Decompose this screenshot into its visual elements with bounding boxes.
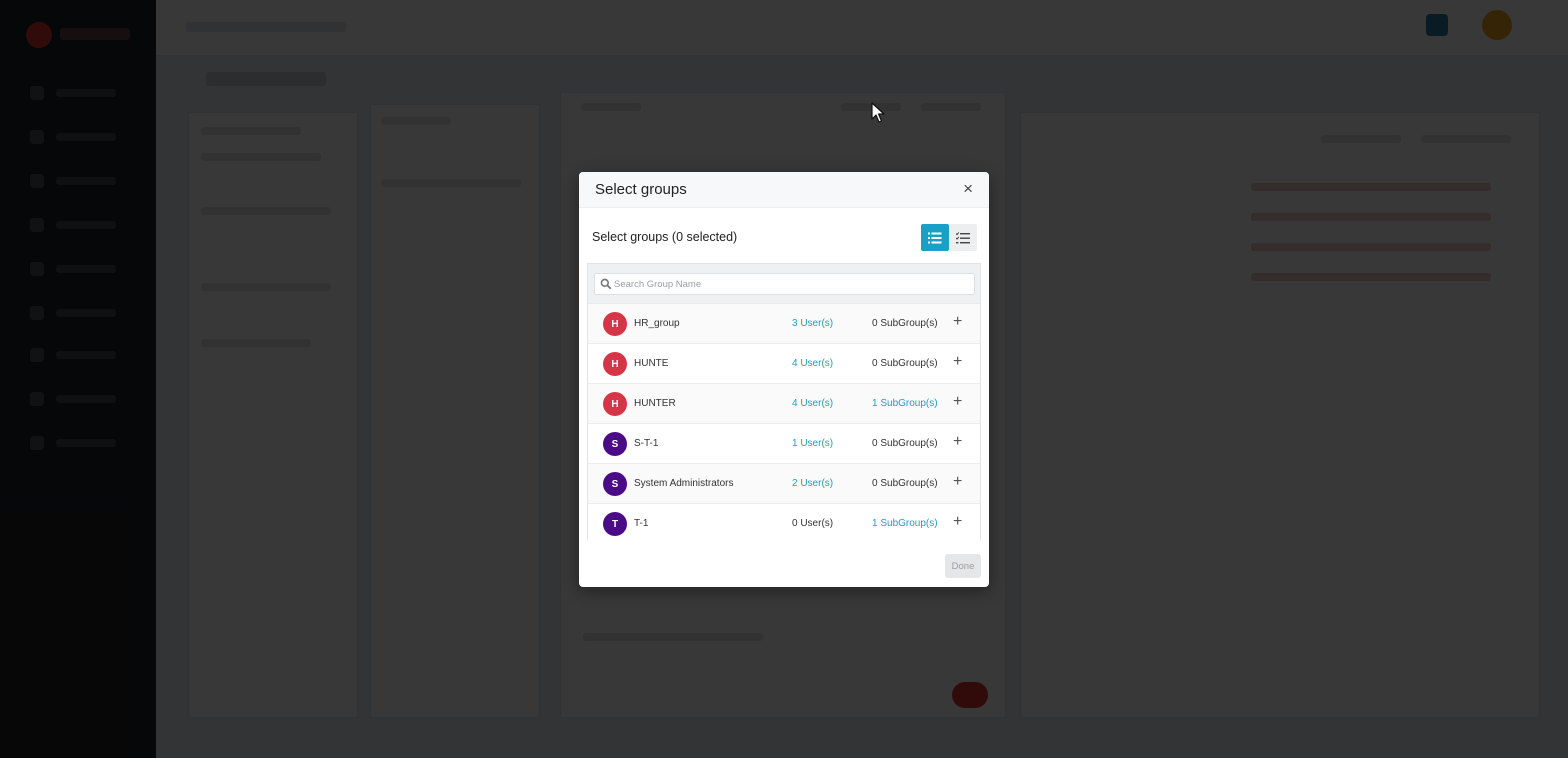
add-group-icon[interactable]: + — [953, 393, 962, 411]
list-view-button[interactable] — [921, 224, 949, 251]
group-user-count[interactable]: 2 User(s) — [792, 478, 833, 489]
selection-count-title: Select groups (0 selected) — [592, 230, 738, 244]
done-button[interactable]: Done — [945, 554, 981, 578]
group-name: HR_group — [634, 318, 680, 329]
group-user-count[interactable]: 4 User(s) — [792, 398, 833, 409]
group-name: System Administrators — [634, 478, 734, 489]
search-input[interactable]: Search Group Name — [594, 273, 975, 295]
search-bar: Search Group Name — [588, 264, 980, 303]
checklist-view-icon — [956, 231, 970, 243]
group-subgroup-count: 0 SubGroup(s) — [872, 438, 938, 449]
add-group-icon[interactable]: + — [953, 353, 962, 371]
group-name: S-T-1 — [634, 438, 659, 449]
group-avatar: S — [603, 472, 627, 496]
group-name: T-1 — [634, 518, 649, 529]
group-row[interactable]: T T-1 0 User(s) 1 SubGroup(s) + — [588, 503, 980, 543]
list-view-icon — [928, 232, 942, 243]
add-group-icon[interactable]: + — [953, 433, 962, 451]
add-group-icon[interactable]: + — [953, 313, 962, 331]
select-groups-modal: Select groups × Select groups (0 selecte… — [579, 172, 989, 587]
group-avatar: S — [603, 432, 627, 456]
search-placeholder: Search Group Name — [614, 279, 702, 290]
add-group-icon[interactable]: + — [953, 513, 962, 531]
group-subgroup-count[interactable]: 1 SubGroup(s) — [872, 518, 938, 529]
group-subgroup-count: 0 SubGroup(s) — [872, 478, 938, 489]
group-user-count[interactable]: 4 User(s) — [792, 358, 833, 369]
group-name: HUNTER — [634, 398, 676, 409]
group-subgroup-count[interactable]: 1 SubGroup(s) — [872, 398, 938, 409]
group-row[interactable]: H HUNTE 4 User(s) 0 SubGroup(s) + — [588, 343, 980, 383]
modal-title: Select groups — [595, 181, 687, 198]
group-row[interactable]: S System Administrators 2 User(s) 0 SubGrou… — [588, 463, 980, 503]
close-icon[interactable]: × — [963, 180, 973, 198]
add-group-icon[interactable]: + — [953, 473, 962, 491]
group-list: Search Group Name H HR_group 3 User(s) 0 Su… — [587, 263, 981, 543]
group-user-count[interactable]: 1 User(s) — [792, 438, 833, 449]
group-row[interactable]: H HR_group 3 User(s) 0 SubGroup(s) + — [588, 303, 980, 343]
modal-header: Select groups × — [579, 172, 989, 208]
group-user-count: 0 User(s) — [792, 518, 834, 529]
mouse-cursor-icon — [871, 102, 885, 123]
group-avatar: H — [603, 312, 627, 336]
group-avatar: H — [603, 352, 627, 376]
group-subgroup-count: 0 SubGroup(s) — [872, 358, 938, 369]
group-name: HUNTE — [634, 358, 669, 369]
group-subgroup-count: 0 SubGroup(s) — [872, 318, 938, 329]
group-avatar: T — [603, 512, 627, 536]
group-row[interactable]: S S-T-1 1 User(s) 0 SubGroup(s) + — [588, 423, 980, 463]
group-user-count[interactable]: 3 User(s) — [792, 318, 833, 329]
group-row[interactable]: H HUNTER 4 User(s) 1 SubGroup(s) + — [588, 383, 980, 423]
search-icon — [600, 278, 612, 290]
group-avatar: H — [603, 392, 627, 416]
checklist-view-button[interactable] — [949, 224, 977, 251]
